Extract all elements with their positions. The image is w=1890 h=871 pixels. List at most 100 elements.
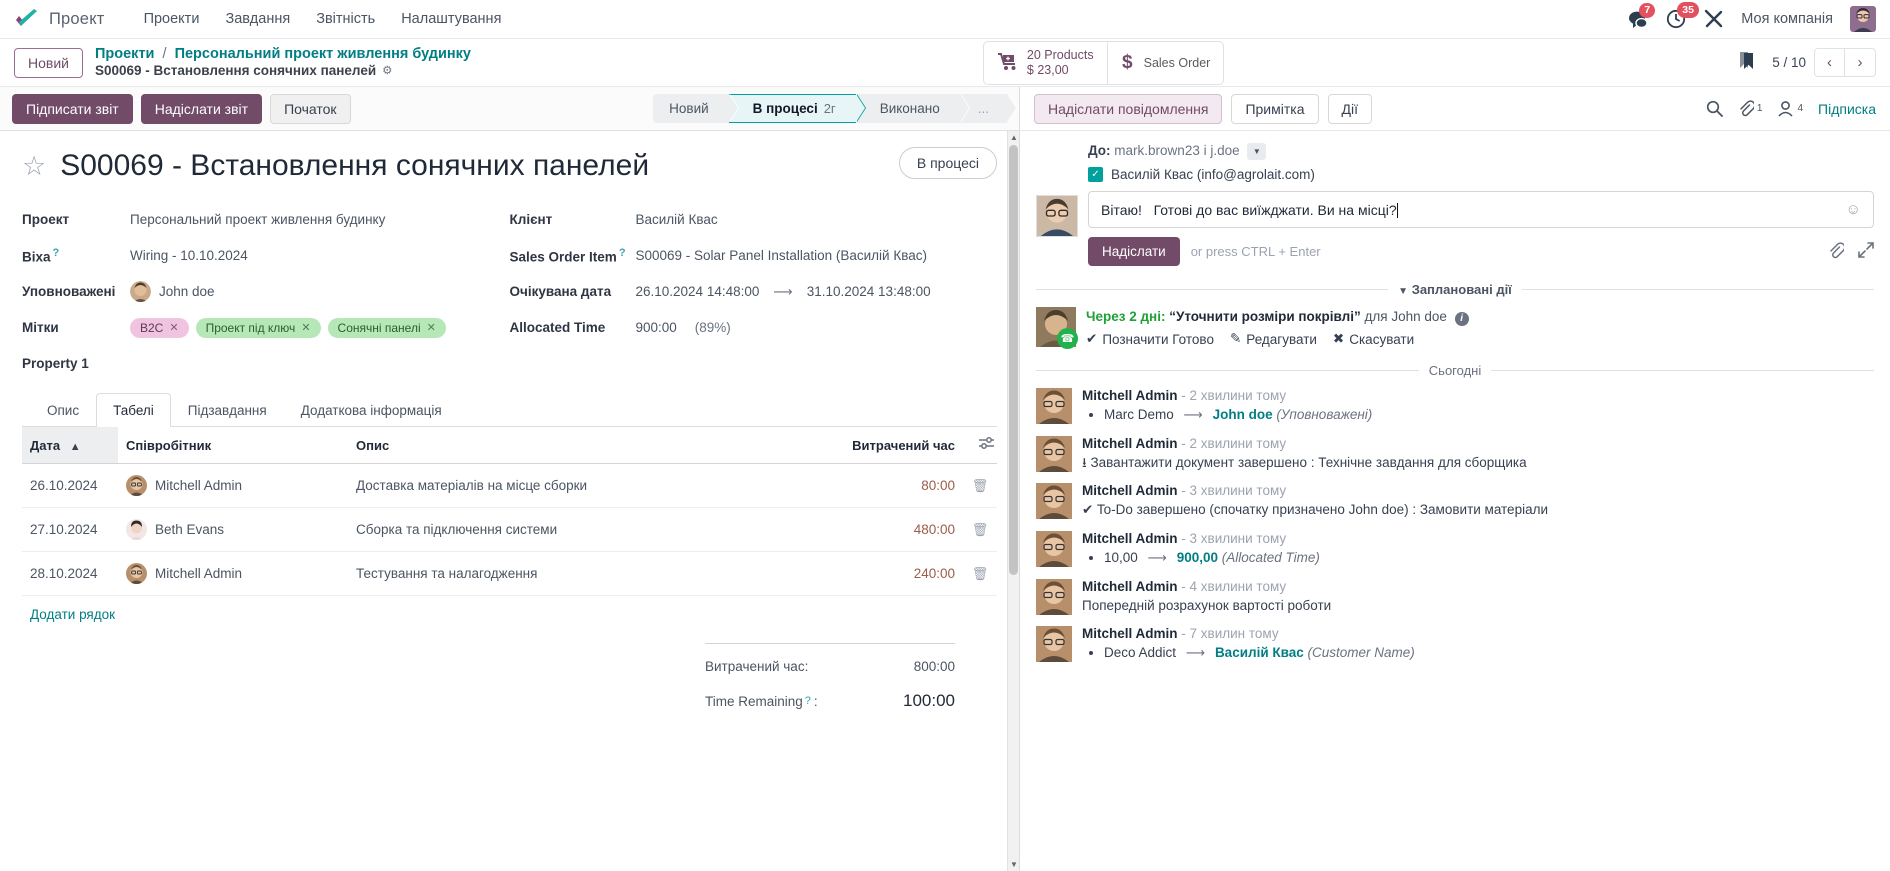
activities-tab[interactable]: Дії — [1327, 93, 1372, 124]
tag-solar-panels[interactable]: Сонячні панелі ✕ — [327, 317, 446, 338]
cell-hours[interactable]: 80:00 — [813, 463, 963, 509]
search-icon[interactable] — [1706, 100, 1723, 117]
cell-employee[interactable]: Mitchell Admin — [118, 463, 348, 509]
cell-description[interactable]: Доставка матеріалів на місце сборки — [348, 463, 813, 509]
sign-report-button[interactable]: Підписати звіт — [12, 93, 133, 124]
cell-hours[interactable]: 240:00 — [813, 551, 963, 597]
close-icon[interactable]: ✕ — [169, 321, 178, 334]
add-line-button[interactable]: Додати рядок — [22, 596, 997, 633]
nav-item-tasks[interactable]: Завдання — [212, 4, 303, 34]
field-sales-order-item-value[interactable]: S00069 - Solar Panel Installation (Васил… — [636, 248, 927, 263]
bookmark-icon[interactable] — [1736, 50, 1758, 75]
field-milestone-value[interactable]: Wiring - 10.10.2024 — [130, 248, 248, 263]
trash-icon[interactable]: 🗑 — [972, 522, 989, 537]
tab-timesheets[interactable]: Табелі — [96, 393, 171, 428]
brand[interactable]: Проект — [14, 9, 105, 29]
checkbox[interactable]: ✓ — [1088, 167, 1103, 182]
user-avatar[interactable] — [1850, 6, 1876, 32]
breadcrumb-root[interactable]: Проекти — [95, 46, 154, 62]
help-icon[interactable]: ? — [619, 247, 626, 259]
cell-delete[interactable]: 🗑 — [963, 463, 997, 509]
info-icon[interactable]: i — [1454, 311, 1469, 326]
activities-clock-icon[interactable]: 35 — [1666, 2, 1699, 29]
attach-file-icon[interactable] — [1828, 241, 1846, 262]
emoji-icon[interactable]: ☺ — [1846, 201, 1861, 218]
messages-icon[interactable]: 7 — [1628, 2, 1656, 29]
close-icon[interactable]: ✕ — [427, 321, 436, 334]
start-button[interactable]: Початок — [270, 93, 351, 124]
field-expected-date-value[interactable]: 26.10.2024 14:48:00 ⟶ 31.10.2024 13:48:0… — [636, 284, 931, 300]
favorite-star-icon[interactable]: ☆ — [22, 153, 46, 180]
cell-employee[interactable]: Beth Evans — [118, 507, 348, 553]
nav-item-reporting[interactable]: Звітність — [303, 4, 388, 34]
cell-date[interactable]: 28.10.2024 — [22, 551, 118, 597]
column-settings-icon[interactable] — [979, 437, 994, 453]
field-allocated-time-value[interactable]: 900:00 (89%) — [636, 320, 731, 335]
pager-count[interactable]: 5 / 10 — [1772, 55, 1806, 70]
pager-next-button[interactable]: › — [1845, 48, 1876, 77]
expand-icon[interactable] — [1858, 241, 1874, 262]
developer-tools-icon[interactable] — [1704, 9, 1724, 29]
field-customer-value[interactable]: Василій Квас — [636, 212, 718, 227]
scroll-up-icon[interactable]: ▲ — [1008, 131, 1019, 144]
mark-done-button[interactable]: ✔ Позначити Готово — [1086, 331, 1214, 347]
tab-subtasks[interactable]: Підзавдання — [171, 393, 284, 427]
stat-button-products[interactable]: 20 Products $ 23,00 — [984, 42, 1107, 84]
attachments-icon[interactable]: 1 — [1738, 100, 1762, 117]
cell-description[interactable]: Сборка та підключення системи — [348, 507, 813, 553]
field-project-value[interactable]: Персональний проект живлення будинку — [130, 212, 385, 227]
column-description[interactable]: Опис — [348, 427, 813, 465]
log-note-tab[interactable]: Примітка — [1231, 93, 1319, 124]
send-report-button[interactable]: Надіслати звіт — [140, 93, 263, 124]
follow-button[interactable]: Підписка — [1818, 101, 1876, 117]
table-row[interactable]: 27.10.2024 Beth Evans Сборка та підключе… — [22, 507, 997, 553]
chevron-down-icon[interactable]: ▼ — [1247, 143, 1267, 160]
help-icon[interactable]: ? — [53, 247, 60, 259]
cancel-activity-button[interactable]: ✖ Скасувати — [1333, 331, 1414, 347]
help-icon[interactable]: ? — [805, 695, 811, 707]
cell-employee[interactable]: Mitchell Admin — [118, 551, 348, 597]
message-input[interactable]: Вітаю! Готові до вас виїжджати. Ви на мі… — [1088, 191, 1874, 228]
edit-activity-button[interactable]: ✎ Редагувати — [1230, 331, 1317, 347]
cell-description[interactable]: Тестування та налагодження — [348, 551, 813, 597]
trash-icon[interactable]: 🗑 — [972, 566, 989, 581]
stage-done[interactable]: Виконано — [855, 94, 970, 123]
followers-icon[interactable]: 4 — [1777, 100, 1803, 117]
nav-item-configuration[interactable]: Налаштування — [388, 4, 514, 34]
tag-turnkey-project[interactable]: Проект під ключ ✕ — [195, 317, 321, 338]
task-state-button[interactable]: В процесі — [898, 147, 997, 179]
pager-previous-button[interactable]: ‹ — [1814, 48, 1845, 77]
company-switcher[interactable]: Моя компанія — [1741, 11, 1833, 27]
cell-date[interactable]: 27.10.2024 — [22, 507, 118, 553]
scroll-down-icon[interactable]: ▼ — [1008, 858, 1019, 871]
table-add-row[interactable]: Додати рядок — [22, 596, 997, 634]
column-employee[interactable]: Співробітник — [118, 427, 348, 465]
cell-delete[interactable]: 🗑 — [963, 507, 997, 553]
column-date[interactable]: Дата ▲ — [22, 427, 118, 465]
breadcrumb-parent[interactable]: Персональний проект живлення будинку — [175, 46, 471, 62]
column-hours-spent[interactable]: Витрачений час — [813, 427, 963, 465]
tab-description[interactable]: Опис — [30, 393, 96, 427]
field-assignees-value[interactable]: John doe — [130, 281, 215, 303]
tab-extra-info[interactable]: Додаткова інформація — [284, 393, 459, 427]
gear-icon[interactable]: ⚙ — [382, 64, 392, 78]
send-message-tab[interactable]: Надіслати повідомлення — [1034, 93, 1223, 124]
planned-activities-label[interactable]: ▼ Заплановані дії — [1398, 282, 1512, 297]
cell-hours[interactable]: 480:00 — [813, 507, 963, 553]
cell-date[interactable]: 26.10.2024 — [22, 463, 118, 509]
record-status-pill[interactable]: Новий — [14, 47, 83, 78]
form-scrollbar[interactable]: ▲ ▼ — [1007, 131, 1019, 871]
stage-new[interactable]: Новий — [653, 94, 739, 123]
table-row[interactable]: 26.10.2024 Mitchell Admin Доставка матер… — [22, 463, 997, 509]
tag-b2c[interactable]: B2C ✕ — [130, 317, 189, 338]
nav-item-projects[interactable]: Проекти — [131, 4, 213, 34]
send-button[interactable]: Надіслати — [1088, 237, 1180, 266]
scrollbar-thumb[interactable] — [1009, 145, 1018, 575]
close-icon[interactable]: ✕ — [301, 321, 310, 334]
stat-button-sales-order[interactable]: $ Sales Order — [1106, 41, 1224, 84]
trash-icon[interactable]: 🗑 — [972, 478, 989, 493]
cell-delete[interactable]: 🗑 — [963, 551, 997, 597]
column-options[interactable] — [963, 427, 997, 465]
stage-in-progress[interactable]: В процесі 2г — [728, 94, 866, 123]
table-row[interactable]: 28.10.2024 Mitchell Admin Тестування та … — [22, 551, 997, 597]
